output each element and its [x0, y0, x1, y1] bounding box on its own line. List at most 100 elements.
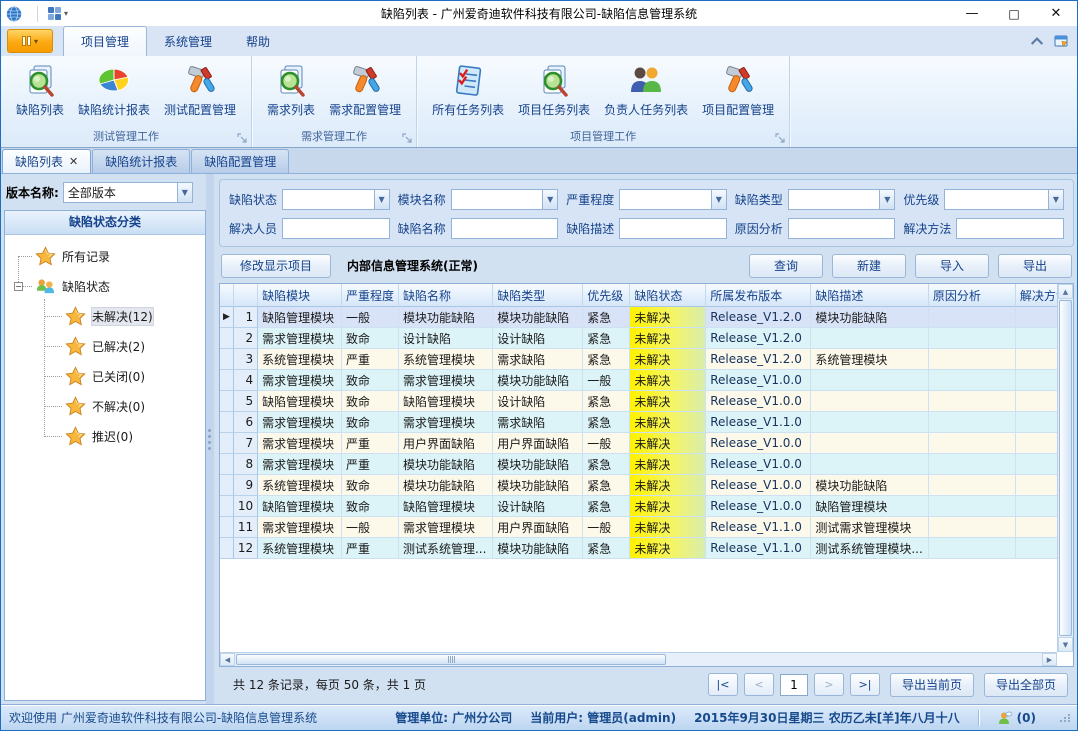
cell-analysis[interactable] — [929, 370, 1016, 391]
row-selector[interactable] — [220, 475, 234, 496]
filter-select-priority[interactable]: ▼ — [944, 189, 1064, 210]
cell-module[interactable]: 缺陷管理模块 — [258, 391, 342, 412]
table-row[interactable]: 4需求管理模块致命需求管理模块模块功能缺陷一般未解决Release_V1.0.0 — [220, 370, 1073, 391]
cell-severity[interactable]: 严重 — [342, 454, 399, 475]
cell-priority[interactable]: 紧急 — [583, 412, 630, 433]
cell-module[interactable]: 需求管理模块 — [258, 454, 342, 475]
cell-desc[interactable]: 模块功能缺陷 — [811, 307, 929, 328]
row-number[interactable]: 5 — [234, 391, 258, 412]
cell-priority[interactable]: 一般 — [583, 433, 630, 454]
cell-severity[interactable]: 致命 — [342, 370, 399, 391]
cell-name[interactable]: 系统管理模块 — [399, 349, 493, 370]
requirement-config-management-button[interactable]: 需求配置管理 — [322, 61, 408, 120]
row-selector[interactable] — [220, 454, 234, 475]
cell-type[interactable]: 模块功能缺陷 — [493, 454, 583, 475]
cell-priority[interactable]: 一般 — [583, 517, 630, 538]
dialog-launcher-icon[interactable] — [775, 133, 786, 144]
chevron-down-icon[interactable]: ▼ — [879, 190, 894, 209]
column-header-priority[interactable]: 优先级 — [583, 284, 630, 307]
tree-item-defect-status[interactable]: −缺陷状态 — [5, 271, 205, 301]
chevron-down-icon[interactable]: ▼ — [1048, 190, 1063, 209]
cell-desc[interactable] — [811, 391, 929, 412]
table-row[interactable]: 5缺陷管理模块致命缺陷管理模块设计缺陷紧急未解决Release_V1.0.0 — [220, 391, 1073, 412]
row-selector[interactable] — [220, 517, 234, 538]
row-selector[interactable] — [220, 496, 234, 517]
filter-select-defect-type[interactable]: ▼ — [788, 189, 896, 210]
cell-module[interactable]: 需求管理模块 — [258, 328, 342, 349]
cell-version[interactable]: Release_V1.0.0 — [706, 433, 811, 454]
cell-version[interactable]: Release_V1.0.0 — [706, 370, 811, 391]
cell-desc[interactable] — [811, 370, 929, 391]
cell-desc[interactable] — [811, 433, 929, 454]
page-number-input[interactable] — [780, 674, 808, 696]
doc-tab-defect-list[interactable]: 缺陷列表✕ — [2, 149, 91, 173]
collapse-ribbon-icon[interactable] — [1029, 34, 1045, 48]
cell-version[interactable]: Release_V1.0.0 — [706, 475, 811, 496]
cell-name[interactable]: 缺陷管理模块 — [399, 496, 493, 517]
query-button[interactable]: 查询 — [749, 254, 823, 278]
row-number[interactable]: 1 — [234, 307, 258, 328]
row-selector[interactable] — [220, 412, 234, 433]
cell-version[interactable]: Release_V1.2.0 — [706, 328, 811, 349]
table-row[interactable]: ▶1缺陷管理模块一般模块功能缺陷模块功能缺陷紧急未解决Release_V1.2.… — [220, 307, 1073, 328]
cell-desc[interactable]: 测试需求管理模块 — [811, 517, 929, 538]
cell-version[interactable]: Release_V1.2.0 — [706, 349, 811, 370]
dialog-launcher-icon[interactable] — [237, 133, 248, 144]
row-selector[interactable] — [220, 433, 234, 454]
cell-status[interactable]: 未解决 — [630, 307, 706, 328]
test-config-management-button[interactable]: 测试配置管理 — [157, 61, 243, 120]
tree-item-wont-fix[interactable]: 不解决(0) — [5, 391, 205, 421]
cell-analysis[interactable] — [929, 328, 1016, 349]
cell-status[interactable]: 未解决 — [630, 454, 706, 475]
cell-status[interactable]: 未解决 — [630, 433, 706, 454]
cell-status[interactable]: 未解决 — [630, 328, 706, 349]
column-header-status[interactable]: 缺陷状态 — [630, 284, 706, 307]
cell-name[interactable]: 设计缺陷 — [399, 328, 493, 349]
cell-analysis[interactable] — [929, 307, 1016, 328]
horizontal-scroll-thumb[interactable] — [236, 654, 666, 665]
dialog-launcher-icon[interactable] — [402, 133, 413, 144]
table-row[interactable]: 8需求管理模块严重模块功能缺陷模块功能缺陷紧急未解决Release_V1.0.0 — [220, 454, 1073, 475]
filter-select-defect-status[interactable]: ▼ — [282, 189, 390, 210]
row-number[interactable]: 3 — [234, 349, 258, 370]
row-number[interactable]: 2 — [234, 328, 258, 349]
doc-tab-defect-config-management[interactable]: 缺陷配置管理 — [191, 149, 289, 173]
cell-type[interactable]: 需求缺陷 — [493, 412, 583, 433]
cell-version[interactable]: Release_V1.1.0 — [706, 517, 811, 538]
cell-type[interactable]: 设计缺陷 — [493, 328, 583, 349]
tree-item-unresolved[interactable]: 未解决(12) — [5, 301, 205, 331]
cell-module[interactable]: 缺陷管理模块 — [258, 496, 342, 517]
cell-severity[interactable]: 严重 — [342, 538, 399, 559]
cell-version[interactable]: Release_V1.0.0 — [706, 496, 811, 517]
column-header-desc[interactable]: 缺陷描述 — [811, 284, 929, 307]
project-config-management-button[interactable]: 项目配置管理 — [695, 61, 781, 120]
ribbon-tab-project-management[interactable]: 项目管理 — [63, 26, 147, 56]
cell-desc[interactable]: 测试系统管理模块... — [811, 538, 929, 559]
cell-analysis[interactable] — [929, 454, 1016, 475]
first-page-button[interactable]: |< — [708, 673, 738, 696]
filter-select-severity[interactable]: ▼ — [619, 189, 727, 210]
cell-analysis[interactable] — [929, 475, 1016, 496]
cell-priority[interactable]: 紧急 — [583, 391, 630, 412]
chevron-down-icon[interactable]: ▼ — [711, 190, 726, 209]
cell-status[interactable]: 未解决 — [630, 370, 706, 391]
style-help-icon[interactable] — [1053, 34, 1069, 48]
cell-status[interactable]: 未解决 — [630, 538, 706, 559]
prev-page-button[interactable]: < — [744, 673, 774, 696]
row-number[interactable]: 6 — [234, 412, 258, 433]
cell-name[interactable]: 用户界面缺陷 — [399, 433, 493, 454]
filter-input-solution[interactable] — [956, 218, 1064, 239]
cell-severity[interactable]: 致命 — [342, 328, 399, 349]
cell-module[interactable]: 需求管理模块 — [258, 370, 342, 391]
chevron-down-icon[interactable]: ▼ — [177, 183, 192, 202]
cell-severity[interactable]: 一般 — [342, 517, 399, 538]
cell-desc[interactable] — [811, 328, 929, 349]
chevron-down-icon[interactable]: ▼ — [374, 190, 389, 209]
cell-name[interactable]: 需求管理模块 — [399, 370, 493, 391]
owner-tasks-list-button[interactable]: 负责人任务列表 — [597, 61, 695, 120]
tree-item-closed[interactable]: 已关闭(0) — [5, 361, 205, 391]
column-header-name[interactable]: 缺陷名称 — [399, 284, 493, 307]
cell-module[interactable]: 系统管理模块 — [258, 538, 342, 559]
cell-type[interactable]: 模块功能缺陷 — [493, 307, 583, 328]
tree-item-postponed[interactable]: 推迟(0) — [5, 421, 205, 451]
